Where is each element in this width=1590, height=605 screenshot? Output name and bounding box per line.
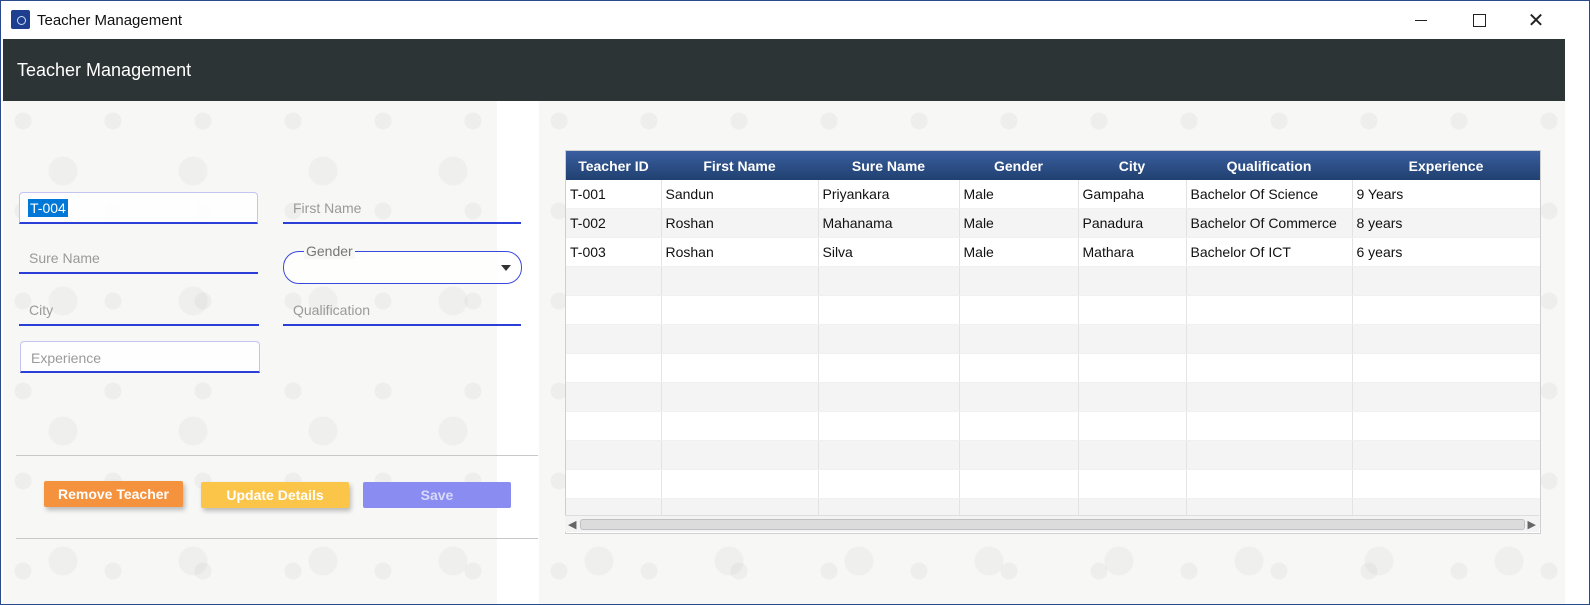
empty-row: . bbox=[566, 382, 1540, 412]
divider-top bbox=[16, 455, 538, 456]
qualification-field[interactable]: Qualification bbox=[283, 294, 521, 326]
table-cell: Mahanama bbox=[818, 208, 960, 238]
app-window: Teacher Management ✕ Teacher Management … bbox=[0, 0, 1590, 605]
table-cell: Bachelor Of Commerce bbox=[1186, 208, 1353, 238]
table-row[interactable]: T-003 Roshan Silva Male Mathara Bachelor… bbox=[566, 237, 1540, 267]
sure-name-placeholder: Sure Name bbox=[29, 250, 100, 266]
chevron-down-icon bbox=[501, 265, 511, 271]
empty-row: . bbox=[566, 353, 1540, 383]
table-header-row: Teacher ID First Name Sure Name Gender C… bbox=[566, 151, 1540, 180]
scroll-right-icon[interactable]: ▶ bbox=[1528, 518, 1536, 531]
maximize-button[interactable] bbox=[1456, 5, 1502, 35]
scroll-left-icon[interactable]: ◀ bbox=[568, 518, 576, 531]
column-header[interactable]: Qualification bbox=[1186, 151, 1352, 180]
empty-row: . bbox=[566, 469, 1540, 499]
window-title: Teacher Management bbox=[37, 12, 183, 29]
table-cell: T-002 bbox=[566, 208, 662, 238]
table-cell: Male bbox=[959, 208, 1079, 238]
teachers-table[interactable]: Teacher ID First Name Sure Name Gender C… bbox=[565, 150, 1541, 534]
maximize-icon bbox=[1472, 13, 1486, 27]
column-header[interactable]: Gender bbox=[959, 151, 1078, 180]
table-cell: Male bbox=[959, 237, 1079, 267]
horizontal-scrollbar[interactable]: ◀ ▶ bbox=[565, 515, 1539, 532]
table-cell: 6 years bbox=[1352, 237, 1540, 267]
table-cell: Sandun bbox=[661, 180, 819, 209]
empty-row: . bbox=[566, 295, 1540, 325]
divider-bottom bbox=[16, 538, 538, 539]
teacher-id-field[interactable]: T-004 bbox=[19, 192, 258, 224]
table-row[interactable]: T-002 Roshan Mahanama Male Panadura Bach… bbox=[566, 208, 1540, 238]
table-row[interactable]: T-001 Sandun Priyankara Male Gampaha Bac… bbox=[566, 180, 1540, 209]
empty-row: . bbox=[566, 266, 1540, 296]
table-cell: T-003 bbox=[566, 237, 662, 267]
update-details-button[interactable]: Update Details bbox=[201, 482, 349, 508]
minimize-button[interactable] bbox=[1398, 5, 1444, 35]
app-header: Teacher Management bbox=[3, 39, 1565, 101]
app-logo-icon bbox=[11, 10, 30, 29]
city-field[interactable]: City bbox=[19, 294, 259, 326]
page-title: Teacher Management bbox=[17, 60, 192, 80]
gender-select[interactable]: Gender bbox=[283, 243, 522, 284]
table-cell: Roshan bbox=[661, 208, 819, 238]
table-cell: 9 Years bbox=[1352, 180, 1540, 209]
column-header[interactable]: Experience bbox=[1352, 151, 1540, 180]
teacher-id-value: T-004 bbox=[28, 199, 68, 217]
table-cell: 8 years bbox=[1352, 208, 1540, 238]
sure-name-field[interactable]: Sure Name bbox=[19, 242, 258, 274]
empty-row: . bbox=[566, 411, 1540, 441]
table-cell: Roshan bbox=[661, 237, 819, 267]
experience-field[interactable]: Experience bbox=[20, 341, 260, 373]
table-cell: Bachelor Of ICT bbox=[1186, 237, 1353, 267]
empty-row: . bbox=[566, 440, 1540, 470]
table-cell: Silva bbox=[818, 237, 960, 267]
table-cell: Male bbox=[959, 180, 1079, 209]
table-cell: Gampaha bbox=[1078, 180, 1187, 209]
first-name-placeholder: First Name bbox=[293, 200, 362, 216]
gender-label: Gender bbox=[304, 243, 355, 259]
column-header[interactable]: Teacher ID bbox=[566, 151, 661, 180]
qualification-placeholder: Qualification bbox=[293, 302, 371, 318]
table-cell: Bachelor Of Science bbox=[1186, 180, 1353, 209]
column-header[interactable]: City bbox=[1078, 151, 1186, 180]
minimize-icon bbox=[1415, 19, 1427, 21]
column-header[interactable]: First Name bbox=[661, 151, 818, 180]
first-name-field[interactable]: First Name bbox=[283, 192, 521, 224]
scrollbar-thumb[interactable] bbox=[580, 519, 1525, 530]
save-button[interactable]: Save bbox=[363, 482, 511, 508]
table-cell: Priyankara bbox=[818, 180, 960, 209]
city-placeholder: City bbox=[29, 302, 54, 318]
close-icon: ✕ bbox=[1527, 8, 1545, 32]
table-cell: T-001 bbox=[566, 180, 662, 209]
column-header[interactable]: Sure Name bbox=[818, 151, 959, 180]
experience-placeholder: Experience bbox=[31, 350, 102, 366]
close-button[interactable]: ✕ bbox=[1513, 5, 1559, 35]
empty-row: . bbox=[566, 324, 1540, 354]
table-cell: Panadura bbox=[1078, 208, 1187, 238]
remove-teacher-button[interactable]: Remove Teacher bbox=[44, 481, 183, 507]
title-bar: Teacher Management ✕ bbox=[1, 1, 1589, 39]
table-cell: Mathara bbox=[1078, 237, 1187, 267]
